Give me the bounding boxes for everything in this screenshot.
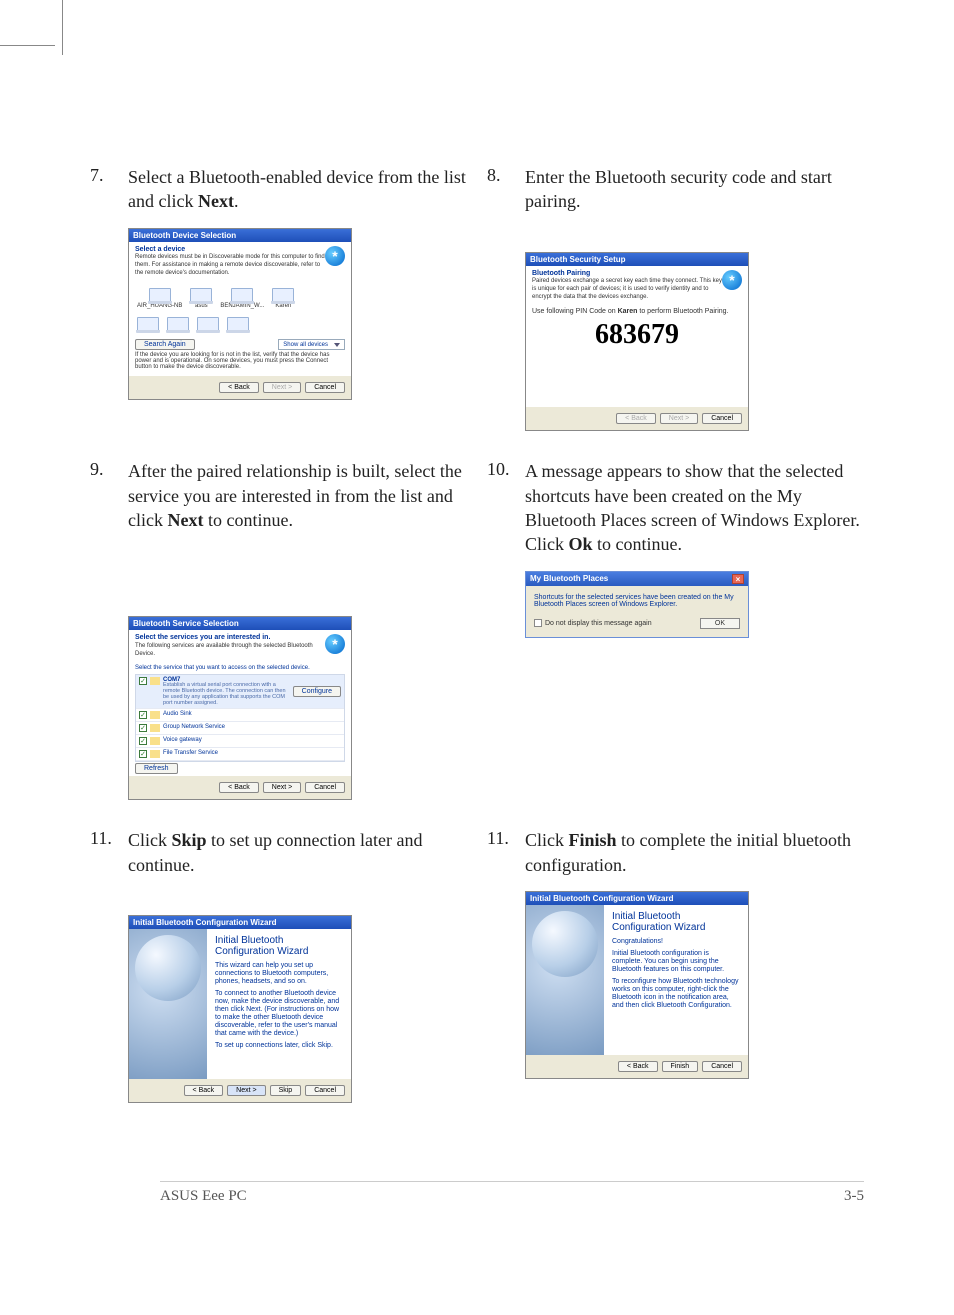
cancel-button[interactable]: Cancel [305, 782, 345, 793]
laptop-icon [231, 288, 253, 302]
service-item[interactable]: Audio Sink [136, 709, 344, 722]
wizard-graphic [129, 929, 207, 1079]
dialog-title: Bluetooth Security Setup [526, 253, 748, 266]
manual-page: 7. Select a Bluetooth-enabled device fro… [0, 0, 954, 1315]
step-text: Click Skip to set up connection later an… [128, 828, 467, 877]
screenshot-service-selection: Bluetooth Service Selection Select the s… [128, 616, 352, 800]
finish-button[interactable]: Finish [662, 1061, 699, 1072]
laptop-icon [149, 288, 171, 302]
skip-button[interactable]: Skip [270, 1085, 302, 1096]
step-number: 9. [90, 459, 128, 532]
next-button[interactable]: Next > [263, 382, 301, 393]
step-11-right: 11. Click Finish to complete the initial… [487, 828, 864, 877]
laptop-icon [137, 317, 159, 331]
laptop-icon [190, 288, 212, 302]
bluetooth-icon [722, 270, 742, 290]
back-button[interactable]: < Back [616, 413, 656, 424]
step-number: 10. [487, 459, 525, 556]
checkbox[interactable] [534, 619, 542, 627]
service-item[interactable]: File Transfer Service [136, 748, 344, 761]
cancel-button[interactable]: Cancel [305, 382, 345, 393]
next-button[interactable]: Next > [263, 782, 301, 793]
next-button[interactable]: Next > [660, 413, 698, 424]
step-text: Click Finish to complete the initial blu… [525, 828, 864, 877]
close-icon[interactable]: × [732, 574, 744, 584]
service-item[interactable]: Group Network Service [136, 722, 344, 735]
checkbox-icon[interactable] [139, 711, 147, 719]
service-item[interactable]: Voice gateway [136, 735, 344, 748]
step-11-left: 11. Click Skip to set up connection late… [90, 828, 467, 877]
service-icon [150, 677, 160, 685]
service-icon [150, 724, 160, 732]
checkbox-icon[interactable] [139, 737, 147, 745]
screenshot-wizard-finish: Initial Bluetooth Configuration Wizard I… [525, 891, 749, 1079]
ok-button[interactable]: OK [700, 618, 740, 629]
service-icon [150, 750, 160, 758]
bluetooth-icon [325, 246, 345, 266]
laptop-icon [272, 288, 294, 302]
device-item[interactable]: BENJAMIN_W... [220, 288, 264, 309]
laptop-icon [197, 317, 219, 331]
device-item[interactable]: Karen [272, 288, 294, 309]
cancel-button[interactable]: Cancel [702, 413, 742, 424]
dialog-title: Initial Bluetooth Configuration Wizard [129, 916, 351, 929]
step-8: 8. Enter the Bluetooth security code and… [487, 165, 864, 214]
service-icon [150, 737, 160, 745]
laptop-icon [227, 317, 249, 331]
checkbox-icon[interactable] [139, 724, 147, 732]
checkbox-icon[interactable] [139, 677, 147, 685]
message-text: Shortcuts for the selected services have… [534, 594, 740, 608]
next-button[interactable]: Next > [227, 1085, 265, 1096]
step-10: 10. A message appears to show that the s… [487, 459, 864, 556]
service-icon [150, 711, 160, 719]
page-footer: ASUS Eee PC 3-5 [160, 1181, 864, 1205]
dialog-title: Bluetooth Service Selection [129, 617, 351, 630]
show-all-dropdown[interactable]: Show all devices [278, 339, 345, 350]
screenshot-security-setup: Bluetooth Security Setup Bluetooth Pairi… [525, 252, 749, 432]
dialog-title: My Bluetooth Places [530, 574, 608, 583]
step-number: 7. [90, 165, 128, 214]
crop-mark [0, 45, 55, 46]
back-button[interactable]: < Back [219, 782, 259, 793]
screenshot-message-dialog: My Bluetooth Places × Shortcuts for the s… [525, 571, 749, 638]
back-button[interactable]: < Back [219, 382, 259, 393]
screenshot-wizard-skip: Initial Bluetooth Configuration Wizard I… [128, 915, 352, 1103]
back-button[interactable]: < Back [618, 1061, 658, 1072]
step-number: 11. [90, 828, 128, 877]
crop-mark [62, 0, 63, 55]
refresh-button[interactable]: Refresh [135, 763, 178, 774]
footer-left: ASUS Eee PC [160, 1188, 247, 1205]
screenshot-device-selection: Bluetooth Device Selection Select a devi… [128, 228, 352, 401]
cancel-button[interactable]: Cancel [702, 1061, 742, 1072]
laptop-icon [167, 317, 189, 331]
step-number: 8. [487, 165, 525, 214]
step-text: Select a Bluetooth-enabled device from t… [128, 165, 467, 214]
step-text: A message appears to show that the selec… [525, 459, 864, 556]
pin-instruction: Use following PIN Code on Karen to perfo… [532, 308, 742, 315]
bluetooth-icon [325, 634, 345, 654]
step-text: After the paired relationship is built, … [128, 459, 467, 532]
pin-code: 683679 [532, 315, 742, 363]
step-9: 9. After the paired relationship is buil… [90, 459, 467, 532]
checkbox-icon[interactable] [139, 750, 147, 758]
search-again-button[interactable]: Search Again [135, 339, 195, 350]
step-number: 11. [487, 828, 525, 877]
device-item[interactable]: asus [190, 288, 212, 309]
dialog-title: Bluetooth Device Selection [129, 229, 351, 242]
cancel-button[interactable]: Cancel [305, 1085, 345, 1096]
globe-icon [532, 911, 598, 977]
step-7: 7. Select a Bluetooth-enabled device fro… [90, 165, 467, 214]
globe-icon [135, 935, 201, 1001]
configure-button[interactable]: Configure [293, 686, 341, 697]
back-button[interactable]: < Back [184, 1085, 224, 1096]
step-text: Enter the Bluetooth security code and st… [525, 165, 864, 214]
service-item-com[interactable]: COM7 Establish a virtual serial port con… [136, 675, 344, 709]
wizard-graphic [526, 905, 604, 1055]
dialog-title: Initial Bluetooth Configuration Wizard [526, 892, 748, 905]
chevron-down-icon [334, 343, 340, 347]
page-number: 3-5 [844, 1188, 864, 1205]
device-item[interactable]: AIR_HUANG-NB [137, 288, 182, 309]
